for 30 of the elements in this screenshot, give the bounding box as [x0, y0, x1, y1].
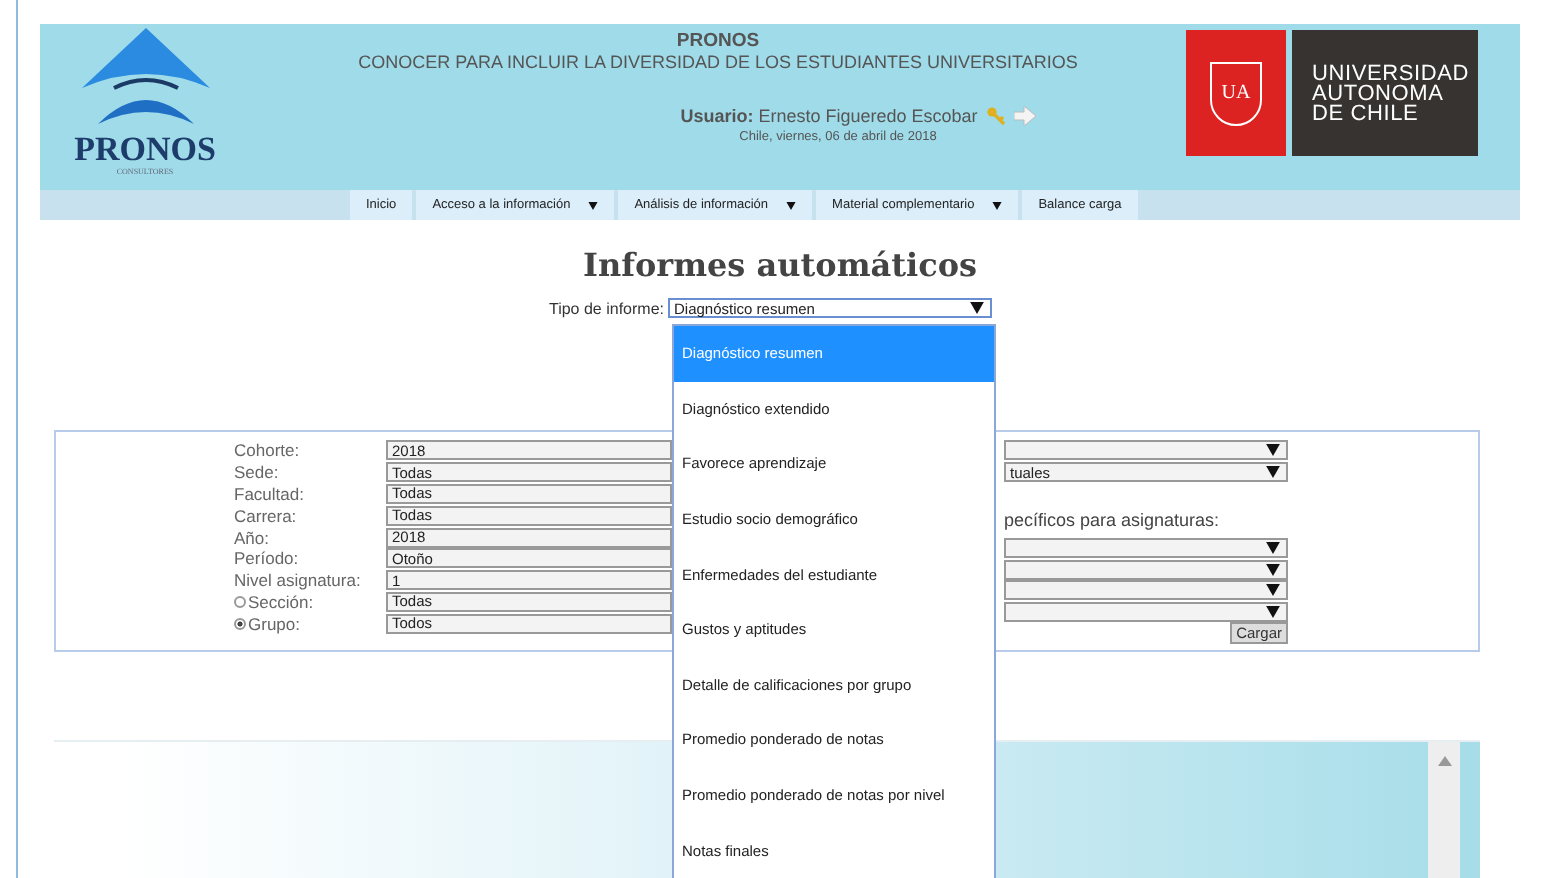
field-label: Grupo:	[248, 613, 300, 634]
logout-arrow-icon[interactable]	[1013, 106, 1036, 126]
field-label: Nivel asignatura:	[234, 570, 361, 591]
field-label: Sección:	[248, 591, 314, 612]
field-label: Sede:	[234, 462, 279, 483]
site-title: PRONOS	[676, 30, 760, 52]
caret-icon	[970, 302, 984, 314]
user-name: Usuario: Ernesto Figueredo Escobar	[680, 106, 978, 126]
scroll-up-icon[interactable]	[1437, 756, 1451, 766]
scrollbar[interactable]	[1428, 742, 1460, 878]
select-field[interactable]	[1004, 559, 1288, 580]
page-title: Informes automáticos	[580, 246, 980, 286]
report-type-label: Tipo de informe:	[546, 299, 666, 317]
select-field[interactable]	[1004, 440, 1288, 461]
field-label: Facultad:	[234, 483, 304, 504]
select-field[interactable]	[1004, 580, 1288, 601]
select-field[interactable]	[1004, 537, 1288, 558]
university-badge: UA	[1186, 30, 1286, 156]
field-label: Período:	[234, 548, 299, 569]
radio-button[interactable]	[234, 617, 246, 630]
logo-text: PRONOS	[74, 134, 216, 166]
university-name: UNIVERSIDAD AUTONOMA DE CHILE	[1292, 30, 1478, 156]
field-label: Cohorte:	[234, 440, 300, 461]
radio-button[interactable]	[234, 595, 246, 608]
field-label: Carrera:	[234, 505, 297, 526]
field-label: Año:	[234, 527, 269, 548]
logo-icon	[81, 28, 209, 128]
section-label: pecíficos para asignaturas:	[1004, 508, 1222, 535]
select-field[interactable]	[1004, 602, 1288, 623]
site-subtitle: CONOCER PARA INCLUIR LA DIVERSIDAD DE LOS ESTUDIANTES UNIVERSITARIOS	[358, 52, 1078, 74]
